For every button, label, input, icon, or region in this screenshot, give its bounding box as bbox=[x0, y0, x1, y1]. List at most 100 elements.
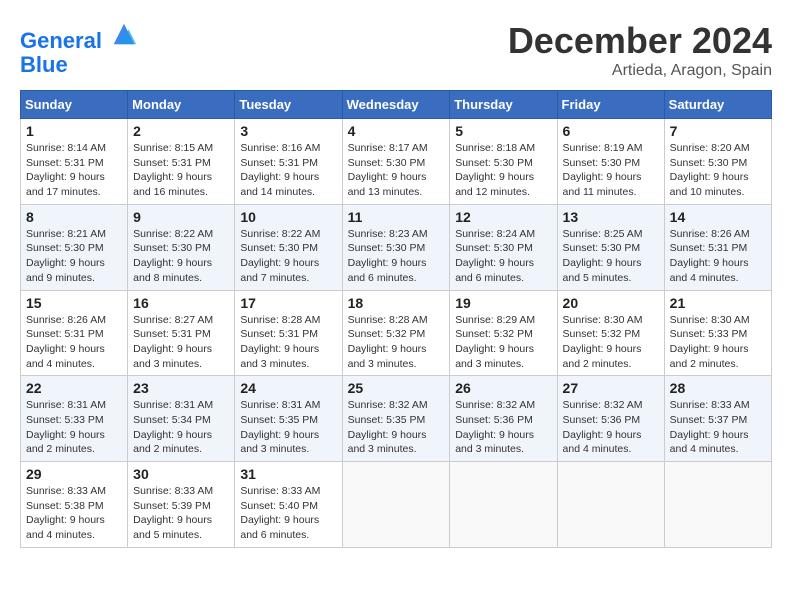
calendar-cell: 27 Sunrise: 8:32 AM Sunset: 5:36 PM Dayl… bbox=[557, 376, 664, 462]
calendar-cell: 23 Sunrise: 8:31 AM Sunset: 5:34 PM Dayl… bbox=[128, 376, 235, 462]
day-number: 14 bbox=[670, 209, 766, 225]
day-number: 19 bbox=[455, 295, 551, 311]
day-detail: Sunrise: 8:27 AM Sunset: 5:31 PM Dayligh… bbox=[133, 313, 229, 372]
calendar-cell: 11 Sunrise: 8:23 AM Sunset: 5:30 PM Dayl… bbox=[342, 204, 450, 290]
day-number: 31 bbox=[240, 466, 336, 482]
day-number: 24 bbox=[240, 380, 336, 396]
calendar-cell: 3 Sunrise: 8:16 AM Sunset: 5:31 PM Dayli… bbox=[235, 119, 342, 205]
calendar-cell: 13 Sunrise: 8:25 AM Sunset: 5:30 PM Dayl… bbox=[557, 204, 664, 290]
page-header: General Blue December 2024 Artieda, Arag… bbox=[20, 20, 772, 80]
calendar-cell: 14 Sunrise: 8:26 AM Sunset: 5:31 PM Dayl… bbox=[664, 204, 771, 290]
day-number: 28 bbox=[670, 380, 766, 396]
col-thursday: Thursday bbox=[450, 91, 557, 119]
day-number: 7 bbox=[670, 123, 766, 139]
calendar-table: Sunday Monday Tuesday Wednesday Thursday… bbox=[20, 90, 772, 548]
day-detail: Sunrise: 8:30 AM Sunset: 5:32 PM Dayligh… bbox=[563, 313, 659, 372]
col-monday: Monday bbox=[128, 91, 235, 119]
day-detail: Sunrise: 8:33 AM Sunset: 5:37 PM Dayligh… bbox=[670, 398, 766, 457]
day-number: 22 bbox=[26, 380, 122, 396]
day-number: 1 bbox=[26, 123, 122, 139]
calendar-cell: 31 Sunrise: 8:33 AM Sunset: 5:40 PM Dayl… bbox=[235, 462, 342, 548]
day-detail: Sunrise: 8:23 AM Sunset: 5:30 PM Dayligh… bbox=[348, 227, 445, 286]
calendar-cell: 2 Sunrise: 8:15 AM Sunset: 5:31 PM Dayli… bbox=[128, 119, 235, 205]
calendar-cell bbox=[342, 462, 450, 548]
location-subtitle: Artieda, Aragon, Spain bbox=[508, 62, 772, 80]
day-number: 4 bbox=[348, 123, 445, 139]
logo: General Blue bbox=[20, 20, 138, 77]
calendar-cell: 6 Sunrise: 8:19 AM Sunset: 5:30 PM Dayli… bbox=[557, 119, 664, 205]
logo-text: General bbox=[20, 20, 138, 53]
day-detail: Sunrise: 8:16 AM Sunset: 5:31 PM Dayligh… bbox=[240, 141, 336, 200]
calendar-body: 1 Sunrise: 8:14 AM Sunset: 5:31 PM Dayli… bbox=[21, 119, 772, 548]
logo-blue-text: Blue bbox=[20, 53, 138, 77]
day-detail: Sunrise: 8:26 AM Sunset: 5:31 PM Dayligh… bbox=[26, 313, 122, 372]
calendar-cell: 17 Sunrise: 8:28 AM Sunset: 5:31 PM Dayl… bbox=[235, 290, 342, 376]
calendar-cell: 25 Sunrise: 8:32 AM Sunset: 5:35 PM Dayl… bbox=[342, 376, 450, 462]
day-number: 9 bbox=[133, 209, 229, 225]
day-detail: Sunrise: 8:17 AM Sunset: 5:30 PM Dayligh… bbox=[348, 141, 445, 200]
calendar-week-row: 15 Sunrise: 8:26 AM Sunset: 5:31 PM Dayl… bbox=[21, 290, 772, 376]
day-detail: Sunrise: 8:32 AM Sunset: 5:35 PM Dayligh… bbox=[348, 398, 445, 457]
day-detail: Sunrise: 8:22 AM Sunset: 5:30 PM Dayligh… bbox=[133, 227, 229, 286]
day-number: 8 bbox=[26, 209, 122, 225]
day-detail: Sunrise: 8:22 AM Sunset: 5:30 PM Dayligh… bbox=[240, 227, 336, 286]
col-sunday: Sunday bbox=[21, 91, 128, 119]
day-detail: Sunrise: 8:28 AM Sunset: 5:32 PM Dayligh… bbox=[348, 313, 445, 372]
calendar-cell: 21 Sunrise: 8:30 AM Sunset: 5:33 PM Dayl… bbox=[664, 290, 771, 376]
day-detail: Sunrise: 8:20 AM Sunset: 5:30 PM Dayligh… bbox=[670, 141, 766, 200]
calendar-cell: 16 Sunrise: 8:27 AM Sunset: 5:31 PM Dayl… bbox=[128, 290, 235, 376]
day-number: 2 bbox=[133, 123, 229, 139]
day-detail: Sunrise: 8:28 AM Sunset: 5:31 PM Dayligh… bbox=[240, 313, 336, 372]
day-detail: Sunrise: 8:29 AM Sunset: 5:32 PM Dayligh… bbox=[455, 313, 551, 372]
day-detail: Sunrise: 8:15 AM Sunset: 5:31 PM Dayligh… bbox=[133, 141, 229, 200]
day-number: 13 bbox=[563, 209, 659, 225]
day-detail: Sunrise: 8:33 AM Sunset: 5:38 PM Dayligh… bbox=[26, 484, 122, 543]
col-wednesday: Wednesday bbox=[342, 91, 450, 119]
day-detail: Sunrise: 8:32 AM Sunset: 5:36 PM Dayligh… bbox=[563, 398, 659, 457]
calendar-header-row: Sunday Monday Tuesday Wednesday Thursday… bbox=[21, 91, 772, 119]
day-number: 17 bbox=[240, 295, 336, 311]
calendar-cell: 30 Sunrise: 8:33 AM Sunset: 5:39 PM Dayl… bbox=[128, 462, 235, 548]
day-number: 23 bbox=[133, 380, 229, 396]
day-detail: Sunrise: 8:31 AM Sunset: 5:33 PM Dayligh… bbox=[26, 398, 122, 457]
day-number: 5 bbox=[455, 123, 551, 139]
day-number: 11 bbox=[348, 209, 445, 225]
calendar-week-row: 8 Sunrise: 8:21 AM Sunset: 5:30 PM Dayli… bbox=[21, 204, 772, 290]
day-detail: Sunrise: 8:33 AM Sunset: 5:40 PM Dayligh… bbox=[240, 484, 336, 543]
calendar-cell: 7 Sunrise: 8:20 AM Sunset: 5:30 PM Dayli… bbox=[664, 119, 771, 205]
day-number: 3 bbox=[240, 123, 336, 139]
calendar-week-row: 22 Sunrise: 8:31 AM Sunset: 5:33 PM Dayl… bbox=[21, 376, 772, 462]
calendar-cell: 4 Sunrise: 8:17 AM Sunset: 5:30 PM Dayli… bbox=[342, 119, 450, 205]
day-number: 10 bbox=[240, 209, 336, 225]
calendar-cell: 19 Sunrise: 8:29 AM Sunset: 5:32 PM Dayl… bbox=[450, 290, 557, 376]
calendar-cell bbox=[664, 462, 771, 548]
day-number: 12 bbox=[455, 209, 551, 225]
calendar-cell: 26 Sunrise: 8:32 AM Sunset: 5:36 PM Dayl… bbox=[450, 376, 557, 462]
day-detail: Sunrise: 8:24 AM Sunset: 5:30 PM Dayligh… bbox=[455, 227, 551, 286]
day-number: 18 bbox=[348, 295, 445, 311]
col-tuesday: Tuesday bbox=[235, 91, 342, 119]
calendar-week-row: 29 Sunrise: 8:33 AM Sunset: 5:38 PM Dayl… bbox=[21, 462, 772, 548]
day-detail: Sunrise: 8:19 AM Sunset: 5:30 PM Dayligh… bbox=[563, 141, 659, 200]
calendar-cell: 5 Sunrise: 8:18 AM Sunset: 5:30 PM Dayli… bbox=[450, 119, 557, 205]
title-block: December 2024 Artieda, Aragon, Spain bbox=[508, 20, 772, 80]
calendar-cell: 1 Sunrise: 8:14 AM Sunset: 5:31 PM Dayli… bbox=[21, 119, 128, 205]
day-number: 20 bbox=[563, 295, 659, 311]
day-detail: Sunrise: 8:14 AM Sunset: 5:31 PM Dayligh… bbox=[26, 141, 122, 200]
calendar-cell: 22 Sunrise: 8:31 AM Sunset: 5:33 PM Dayl… bbox=[21, 376, 128, 462]
day-detail: Sunrise: 8:31 AM Sunset: 5:35 PM Dayligh… bbox=[240, 398, 336, 457]
calendar-cell: 28 Sunrise: 8:33 AM Sunset: 5:37 PM Dayl… bbox=[664, 376, 771, 462]
month-title: December 2024 bbox=[508, 20, 772, 62]
day-detail: Sunrise: 8:25 AM Sunset: 5:30 PM Dayligh… bbox=[563, 227, 659, 286]
day-number: 16 bbox=[133, 295, 229, 311]
day-detail: Sunrise: 8:33 AM Sunset: 5:39 PM Dayligh… bbox=[133, 484, 229, 543]
day-number: 26 bbox=[455, 380, 551, 396]
calendar-cell bbox=[557, 462, 664, 548]
col-saturday: Saturday bbox=[664, 91, 771, 119]
day-number: 29 bbox=[26, 466, 122, 482]
calendar-cell: 12 Sunrise: 8:24 AM Sunset: 5:30 PM Dayl… bbox=[450, 204, 557, 290]
col-friday: Friday bbox=[557, 91, 664, 119]
day-detail: Sunrise: 8:26 AM Sunset: 5:31 PM Dayligh… bbox=[670, 227, 766, 286]
day-number: 21 bbox=[670, 295, 766, 311]
calendar-week-row: 1 Sunrise: 8:14 AM Sunset: 5:31 PM Dayli… bbox=[21, 119, 772, 205]
